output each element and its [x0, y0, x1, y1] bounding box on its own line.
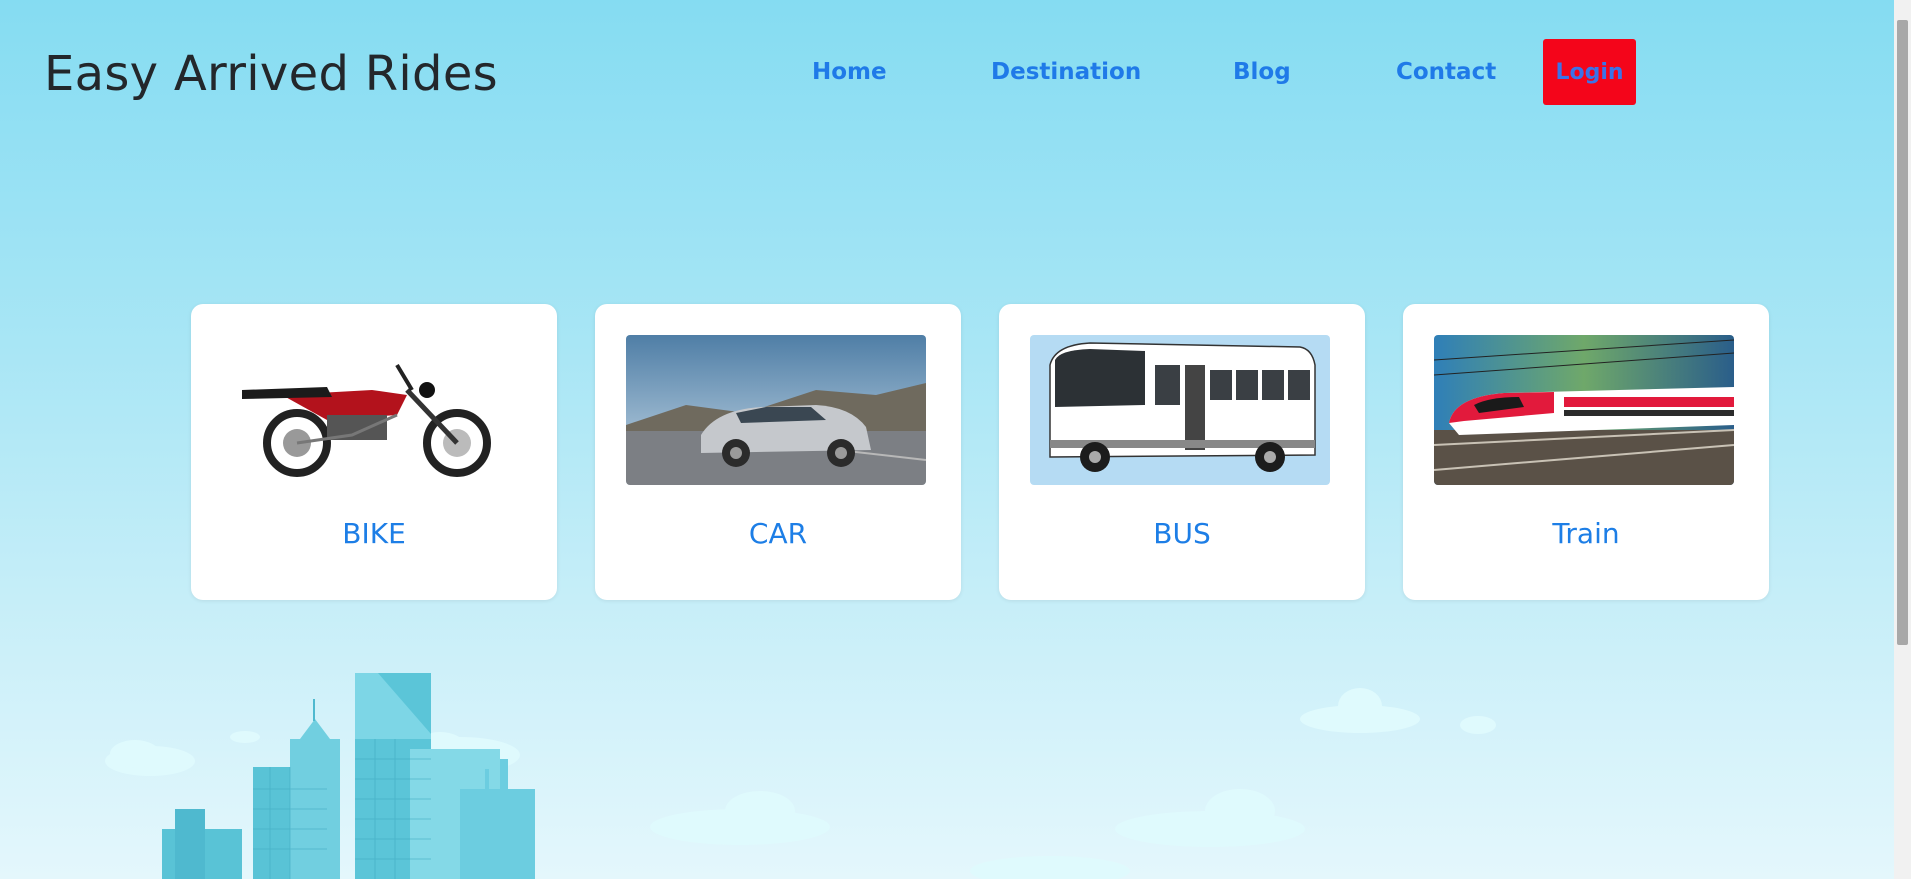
- vehicle-card-train[interactable]: Train: [1403, 304, 1769, 600]
- card-label-train: Train: [1552, 517, 1620, 550]
- page-scrollbar[interactable]: [1894, 0, 1911, 879]
- site-brand[interactable]: Easy Arrived Rides: [44, 46, 498, 102]
- nav-contact[interactable]: Contact: [1396, 59, 1496, 85]
- page: Easy Arrived Rides Home Destination Blog…: [0, 0, 1911, 879]
- nav-home[interactable]: Home: [812, 59, 887, 85]
- card-label-car: CAR: [748, 517, 808, 550]
- vehicle-card-bus[interactable]: BUS: [999, 304, 1365, 600]
- nav-blog[interactable]: Blog: [1233, 59, 1291, 85]
- car-image: [626, 335, 926, 485]
- scrollbar-thumb[interactable]: [1897, 20, 1908, 645]
- vehicle-card-car[interactable]: CAR: [595, 304, 961, 600]
- nav-destination[interactable]: Destination: [991, 59, 1141, 85]
- train-image: [1434, 335, 1734, 485]
- vehicle-card-bike[interactable]: BIKE: [191, 304, 557, 600]
- city-skyline-illustration: [105, 673, 1496, 879]
- card-label-bike: BIKE: [342, 517, 406, 550]
- card-label-bus: BUS: [1153, 517, 1211, 550]
- login-button[interactable]: Login: [1543, 39, 1636, 105]
- motorcycle-image: [222, 335, 522, 485]
- bus-image: [1030, 335, 1330, 485]
